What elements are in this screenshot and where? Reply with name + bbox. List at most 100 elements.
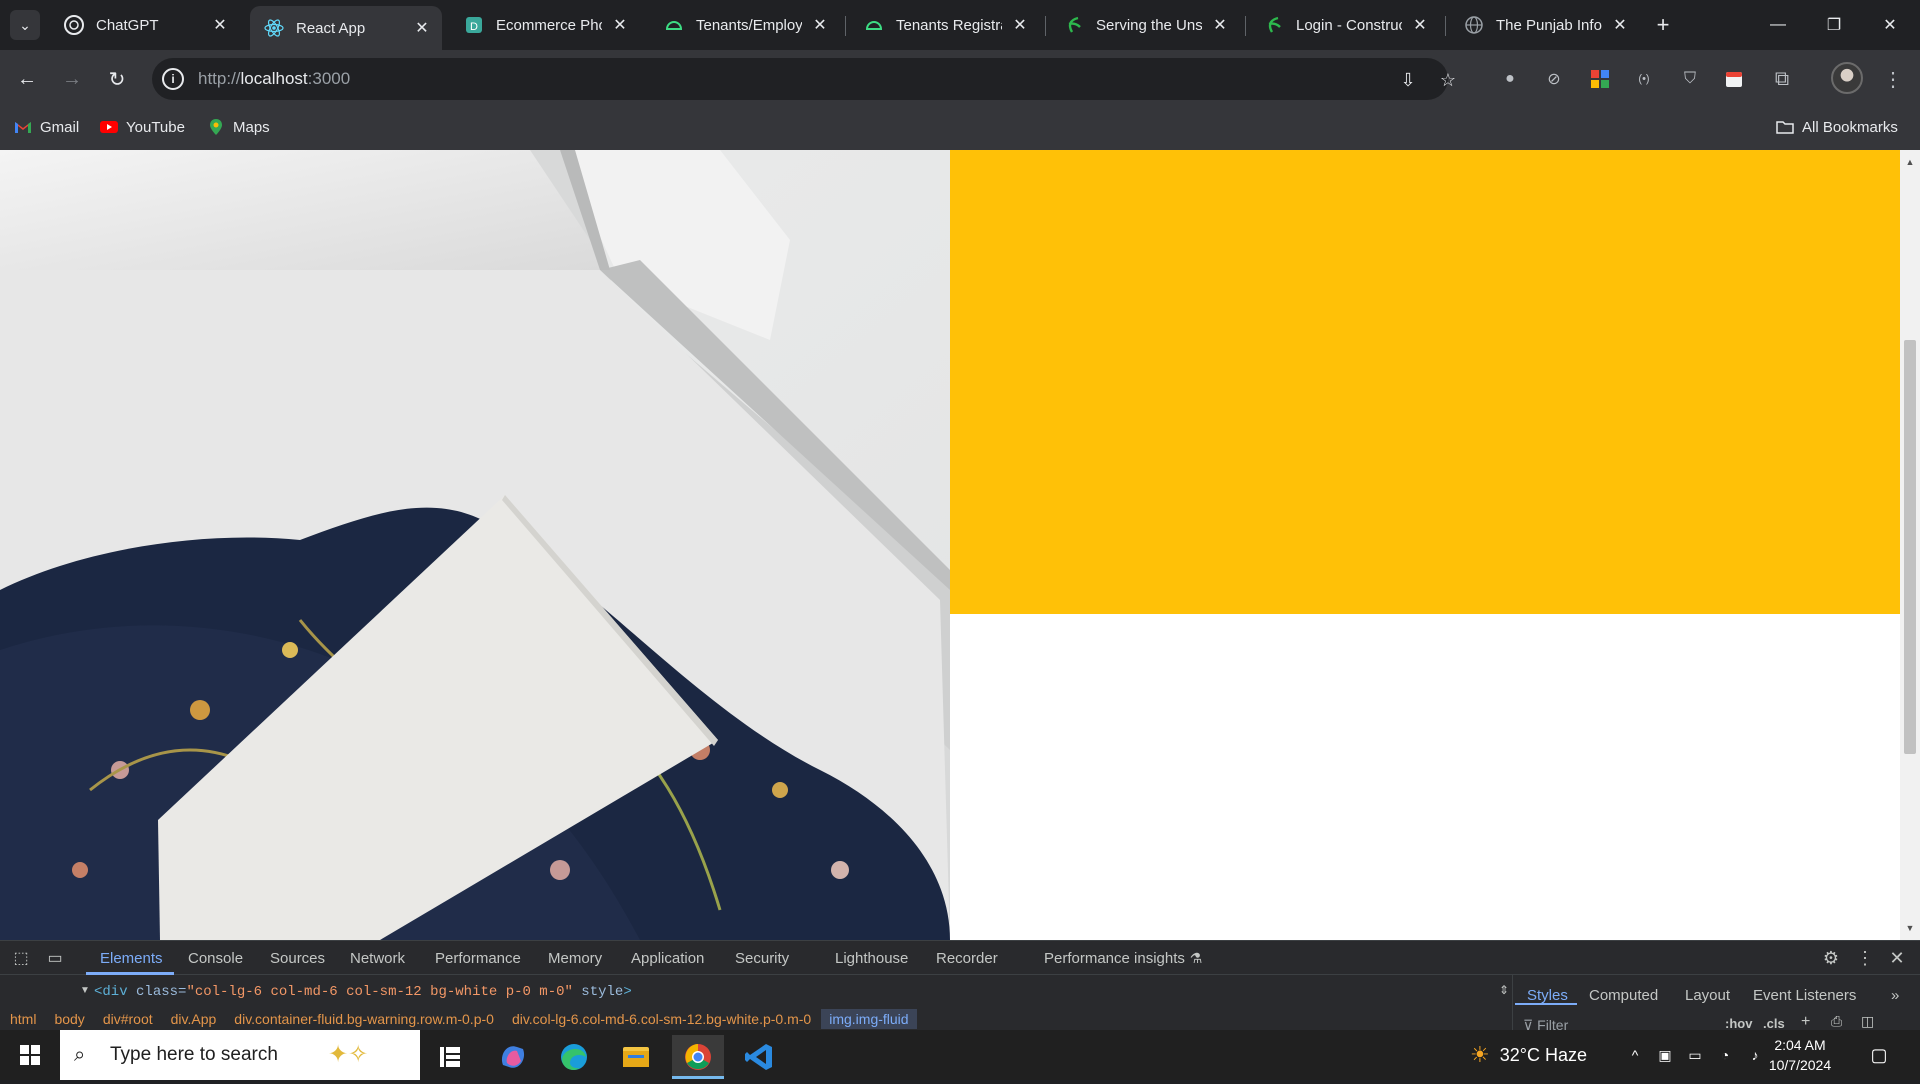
dom-attr-value: "col-lg-6 col-md-6 col-sm-12 bg-white p-… bbox=[186, 984, 573, 1000]
restore-button[interactable]: ❐ bbox=[1806, 0, 1862, 50]
reload-button[interactable]: ↻ bbox=[100, 62, 134, 96]
scroll-down-icon[interactable]: ▼ bbox=[1904, 922, 1916, 934]
more-options-icon[interactable]: ⋮ bbox=[1854, 947, 1876, 969]
breadcrumb-item[interactable]: div.App bbox=[171, 1011, 217, 1027]
breadcrumb-item[interactable]: div.container-fluid.bg-warning.row.m-0.p… bbox=[234, 1011, 494, 1027]
site-info-icon[interactable]: i bbox=[162, 68, 184, 90]
tab-chatgpt[interactable]: ChatGPT ✕ bbox=[50, 6, 240, 44]
styles-tab-layout[interactable]: Layout bbox=[1685, 987, 1730, 1004]
close-icon[interactable]: ✕ bbox=[810, 15, 830, 35]
devtools-tab-memory[interactable]: Memory bbox=[548, 950, 602, 967]
url-text[interactable]: http://localhost:3000 bbox=[198, 69, 350, 89]
breadcrumb-item[interactable]: div.col-lg-6.col-md-6.col-sm-12.bg-white… bbox=[512, 1011, 811, 1027]
more-tabs-icon[interactable]: » bbox=[1891, 987, 1899, 1004]
chrome-button[interactable] bbox=[672, 1035, 724, 1079]
bookmark-star-icon[interactable]: ☆ bbox=[1436, 68, 1460, 92]
profile-avatar[interactable] bbox=[1831, 62, 1863, 94]
compass-icon[interactable]: ⊘ bbox=[1541, 66, 1567, 92]
close-window-button[interactable]: ✕ bbox=[1862, 0, 1918, 50]
cls-toggle[interactable]: .cls bbox=[1763, 1016, 1785, 1031]
hov-toggle[interactable]: :hov bbox=[1725, 1016, 1752, 1031]
extension-icon[interactable]: ● bbox=[1497, 66, 1523, 92]
file-explorer-button[interactable] bbox=[610, 1035, 662, 1079]
tab-tenants-registration[interactable]: Tenants Registrat ✕ bbox=[850, 6, 1040, 44]
print-icon[interactable]: ⎙ bbox=[1831, 1013, 1842, 1030]
address-bar[interactable]: i http://localhost:3000 ⇩ ☆ bbox=[152, 58, 1456, 100]
close-icon[interactable]: ✕ bbox=[1410, 15, 1430, 35]
broadcast-icon[interactable]: (•) bbox=[1631, 66, 1657, 92]
calendar-icon[interactable] bbox=[1721, 66, 1747, 92]
install-app-icon[interactable]: ⇩ bbox=[1396, 68, 1420, 92]
devtools-tab-elements[interactable]: Elements bbox=[100, 950, 163, 967]
expand-triangle-icon[interactable]: ▼ bbox=[80, 985, 90, 996]
minimize-button[interactable]: — bbox=[1750, 0, 1806, 50]
sidebar-toggle-icon[interactable]: ◫ bbox=[1861, 1013, 1874, 1030]
styles-tab-computed[interactable]: Computed bbox=[1589, 987, 1658, 1004]
devtools-tab-sources[interactable]: Sources bbox=[270, 950, 325, 967]
close-icon[interactable]: ✕ bbox=[1610, 15, 1630, 35]
taskbar-search-box[interactable]: ⌕ Type here to search ✦✧ bbox=[60, 1030, 420, 1080]
tab-punjab-info[interactable]: The Punjab Infor ✕ bbox=[1450, 6, 1640, 44]
android-icon bbox=[665, 21, 683, 30]
devtools-tab-application[interactable]: Application bbox=[631, 950, 704, 967]
breadcrumb-item[interactable]: html bbox=[10, 1011, 36, 1027]
devtools-tab-network[interactable]: Network bbox=[350, 950, 405, 967]
meet-now-icon[interactable]: ▣ bbox=[1654, 1044, 1676, 1066]
battery-icon[interactable]: ▭ bbox=[1684, 1044, 1706, 1066]
styles-tab-styles[interactable]: Styles bbox=[1527, 987, 1568, 1004]
devtools-tab-recorder[interactable]: Recorder bbox=[936, 950, 998, 967]
tab-react-app[interactable]: React App ✕ bbox=[250, 6, 442, 50]
task-view-button[interactable] bbox=[424, 1035, 476, 1079]
breadcrumb-item[interactable]: body bbox=[54, 1011, 84, 1027]
page-scrollbar[interactable]: ▲ ▼ bbox=[1900, 150, 1920, 940]
all-bookmarks-button[interactable]: All Bookmarks bbox=[1776, 118, 1898, 136]
tab-title: React App bbox=[296, 19, 366, 37]
settings-gear-icon[interactable]: ⚙ bbox=[1820, 947, 1842, 969]
scroll-thumb[interactable] bbox=[1904, 340, 1916, 754]
inspect-element-icon[interactable]: ⬚ bbox=[10, 947, 32, 969]
close-icon[interactable]: ✕ bbox=[610, 15, 630, 35]
styles-tab-event-listeners[interactable]: Event Listeners bbox=[1753, 987, 1856, 1004]
tab-tenants-employees[interactable]: Tenants/Employe ✕ bbox=[650, 6, 840, 44]
menu-dots-icon[interactable]: ⋮ bbox=[1880, 66, 1906, 92]
devtools-tab-performance-insights[interactable]: Performance insights bbox=[1044, 950, 1185, 967]
breadcrumb-item[interactable]: div#root bbox=[103, 1011, 153, 1027]
chevron-up-icon[interactable]: ^ bbox=[1624, 1044, 1646, 1066]
weather-widget[interactable]: ☀ 32°C Haze bbox=[1470, 1042, 1587, 1068]
taskbar-clock[interactable]: 2:04 AM 10/7/2024 bbox=[1760, 1035, 1840, 1075]
add-rule-icon[interactable]: + bbox=[1801, 1013, 1810, 1031]
tab-serving[interactable]: Serving the Unse ✕ bbox=[1050, 6, 1240, 44]
windows-start-icon[interactable] bbox=[10, 1040, 50, 1070]
puzzle-icon[interactable]: ⧉ bbox=[1769, 66, 1795, 92]
close-icon[interactable]: ✕ bbox=[1210, 15, 1230, 35]
copilot-button[interactable] bbox=[487, 1035, 539, 1079]
wifi-icon[interactable]: ◔ bbox=[1714, 1044, 1736, 1066]
close-icon[interactable]: ✕ bbox=[1010, 15, 1030, 35]
bookmark-maps[interactable]: Maps bbox=[207, 118, 270, 136]
close-icon[interactable]: ✕ bbox=[210, 15, 230, 35]
dom-node-line[interactable]: <div class="col-lg-6 col-md-6 col-sm-12 … bbox=[94, 984, 632, 1000]
device-toolbar-icon[interactable]: ▭ bbox=[44, 947, 66, 969]
close-devtools-icon[interactable]: ✕ bbox=[1886, 947, 1908, 969]
tab-search-button[interactable]: ⌄ bbox=[10, 10, 40, 40]
scroll-up-icon[interactable]: ▲ bbox=[1904, 156, 1916, 168]
edge-button[interactable] bbox=[548, 1035, 600, 1079]
tab-login-construction[interactable]: Login - Construc ✕ bbox=[1250, 6, 1440, 44]
breadcrumb-item-selected[interactable]: img.img-fluid bbox=[821, 1009, 917, 1029]
devtools-tab-security[interactable]: Security bbox=[735, 950, 789, 967]
new-tab-button[interactable]: + bbox=[1650, 12, 1676, 38]
forward-button[interactable]: → bbox=[55, 62, 89, 96]
bookmark-youtube[interactable]: YouTube bbox=[100, 118, 185, 136]
devtools-tab-console[interactable]: Console bbox=[188, 950, 243, 967]
tab-ecommerce[interactable]: D Ecommerce Phot ✕ bbox=[450, 6, 640, 44]
close-icon[interactable]: ✕ bbox=[412, 18, 432, 38]
devtools-tab-performance[interactable]: Performance bbox=[435, 950, 521, 967]
vscode-button[interactable] bbox=[734, 1035, 786, 1079]
bookmark-gmail[interactable]: Gmail bbox=[14, 118, 79, 136]
devtools-tab-lighthouse[interactable]: Lighthouse bbox=[835, 950, 908, 967]
notifications-icon[interactable]: ▢ bbox=[1868, 1044, 1890, 1066]
color-extension-icon[interactable] bbox=[1587, 66, 1613, 92]
clock-time: 2:04 AM bbox=[1774, 1037, 1826, 1053]
back-button[interactable]: ← bbox=[10, 62, 44, 96]
shield-icon[interactable]: ⛉ bbox=[1677, 66, 1703, 92]
